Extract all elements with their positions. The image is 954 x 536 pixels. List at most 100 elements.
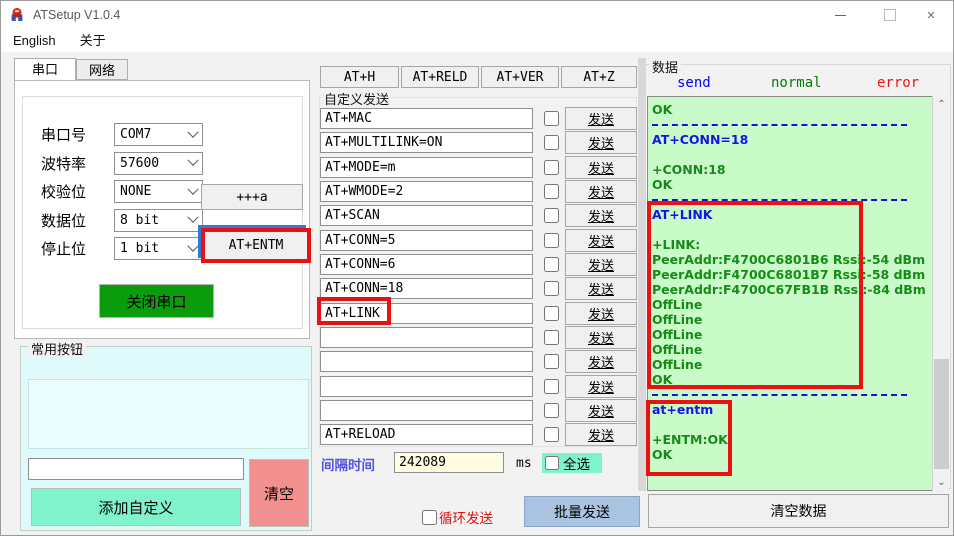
interval-label: 间隔时间 xyxy=(321,458,375,473)
log-blank xyxy=(652,222,932,237)
custom-row: 发送 xyxy=(320,107,638,130)
log-line: PeerAddr:F4700C6801B6 Rssi:-54 dBm xyxy=(652,252,926,267)
send-button[interactable]: 发送 xyxy=(565,180,637,204)
send-button[interactable]: 发送 xyxy=(565,350,637,374)
log-line: +LINK: xyxy=(652,237,701,252)
command-input[interactable] xyxy=(320,156,533,178)
send-button[interactable]: 发送 xyxy=(565,107,637,130)
menu-about[interactable]: 关于 xyxy=(68,29,118,52)
baud-label: 波特率 xyxy=(41,155,87,173)
legend-error: error xyxy=(877,75,920,91)
close-button[interactable]: × xyxy=(909,1,953,29)
chevron-down-icon xyxy=(187,126,199,138)
send-button[interactable]: 发送 xyxy=(565,155,637,179)
app-window: ATSetup V1.0.4 × English 关于 串口 网络 串口号 CO… xyxy=(0,0,954,536)
interval-input[interactable] xyxy=(394,452,504,473)
custom-name-input[interactable] xyxy=(28,458,244,480)
serial-form: 串口号 COM7 波特率 57600 校验位 NONE 数据位 8 bit 停止… xyxy=(41,123,203,267)
row-checkbox[interactable] xyxy=(544,354,559,370)
port-value: COM7 xyxy=(120,127,152,142)
command-input[interactable] xyxy=(320,351,533,373)
log-line: +ENTM:OK xyxy=(652,432,728,447)
log-blank xyxy=(652,147,932,162)
log-scrollbar[interactable]: ⌃ ⌄ xyxy=(932,96,949,491)
clear-common-button[interactable]: 清空 xyxy=(249,459,309,527)
log-line: OffLine xyxy=(652,297,703,312)
common-buttons-list xyxy=(28,379,309,449)
command-input[interactable] xyxy=(320,424,533,446)
send-button[interactable]: 发送 xyxy=(565,423,637,447)
select-all-checkbox[interactable] xyxy=(545,456,559,470)
command-input[interactable] xyxy=(320,181,533,203)
legend-normal: normal xyxy=(771,75,822,91)
databits-select[interactable]: 8 bit xyxy=(114,208,203,232)
send-button[interactable]: 发送 xyxy=(565,301,637,325)
send-button[interactable]: 发送 xyxy=(565,228,637,252)
add-custom-button[interactable]: 添加自定义 xyxy=(31,488,241,526)
send-button[interactable]: 发送 xyxy=(565,277,637,301)
row-checkbox[interactable] xyxy=(544,305,559,321)
scroll-up-icon[interactable]: ⌃ xyxy=(933,96,950,113)
at-z-button[interactable]: AT+Z xyxy=(561,66,637,88)
send-button[interactable]: 发送 xyxy=(565,253,637,277)
row-checkbox[interactable] xyxy=(544,257,559,273)
row-checkbox[interactable] xyxy=(544,135,559,151)
send-button[interactable]: 发送 xyxy=(565,326,637,350)
log-line: PeerAddr:F4700C6801B7 Rssi:-58 dBm xyxy=(652,267,926,282)
custom-row: 发送 xyxy=(320,326,638,350)
port-select[interactable]: COM7 xyxy=(114,123,203,146)
select-all-label: 全选 xyxy=(563,457,590,472)
row-checkbox[interactable] xyxy=(544,159,559,175)
custom-row: 发送 xyxy=(320,155,638,179)
close-serial-button[interactable]: 关闭串口 xyxy=(99,284,214,318)
row-checkbox[interactable] xyxy=(544,281,559,297)
scroll-thumb[interactable] xyxy=(934,359,949,469)
scroll-down-icon[interactable]: ⌄ xyxy=(933,474,950,491)
command-input[interactable] xyxy=(320,375,533,397)
send-button[interactable]: 发送 xyxy=(565,374,637,398)
at-ver-button[interactable]: AT+VER xyxy=(481,66,559,88)
parity-select[interactable]: NONE xyxy=(114,180,203,204)
data-group-title: 数据 xyxy=(649,57,682,76)
stopbits-select[interactable]: 1 bit xyxy=(114,237,203,261)
log-line: AT+LINK xyxy=(652,207,713,222)
command-input[interactable] xyxy=(320,254,533,276)
maximize-button[interactable] xyxy=(868,1,912,29)
data-log[interactable]: OK AT+CONN=18 +CONN:18 OK AT+LINK +LINK:… xyxy=(647,96,932,491)
minimize-button[interactable] xyxy=(818,1,862,29)
command-input[interactable] xyxy=(320,327,533,349)
loop-send-checkbox[interactable] xyxy=(422,510,437,525)
row-checkbox[interactable] xyxy=(544,111,559,126)
send-button[interactable]: 发送 xyxy=(565,131,637,155)
command-input[interactable] xyxy=(320,278,533,300)
send-button[interactable]: 发送 xyxy=(565,399,637,423)
baud-select[interactable]: 57600 xyxy=(114,151,203,175)
at-reld-button[interactable]: AT+RELD xyxy=(401,66,479,88)
menu-english[interactable]: English xyxy=(1,29,68,52)
databits-value: 8 bit xyxy=(120,212,160,228)
tab-serial[interactable]: 串口 xyxy=(14,58,76,80)
batch-send-button[interactable]: 批量发送 xyxy=(524,496,640,527)
row-checkbox[interactable] xyxy=(544,330,559,346)
command-input[interactable] xyxy=(320,205,533,227)
command-input[interactable] xyxy=(320,400,533,422)
row-checkbox[interactable] xyxy=(544,208,559,224)
command-input[interactable] xyxy=(320,229,533,251)
command-input[interactable] xyxy=(320,108,533,129)
row-checkbox[interactable] xyxy=(544,403,559,419)
clear-data-button[interactable]: 清空数据 xyxy=(648,494,949,528)
tab-network[interactable]: 网络 xyxy=(76,59,128,80)
plus-a-button[interactable]: +++a xyxy=(201,184,303,210)
chevron-down-icon xyxy=(187,154,199,166)
row-checkbox[interactable] xyxy=(544,378,559,394)
command-input[interactable] xyxy=(320,132,533,154)
row-checkbox[interactable] xyxy=(544,427,559,443)
row-checkbox[interactable] xyxy=(544,184,559,200)
entm-button-annotated[interactable]: AT+ENTM xyxy=(198,225,311,263)
row-checkbox[interactable] xyxy=(544,232,559,248)
entm-button[interactable]: AT+ENTM xyxy=(201,228,311,263)
command-input[interactable] xyxy=(320,302,533,324)
at-h-button[interactable]: AT+H xyxy=(320,66,399,88)
send-button[interactable]: 发送 xyxy=(565,204,637,228)
select-all-wrap: 全选 xyxy=(542,453,602,473)
